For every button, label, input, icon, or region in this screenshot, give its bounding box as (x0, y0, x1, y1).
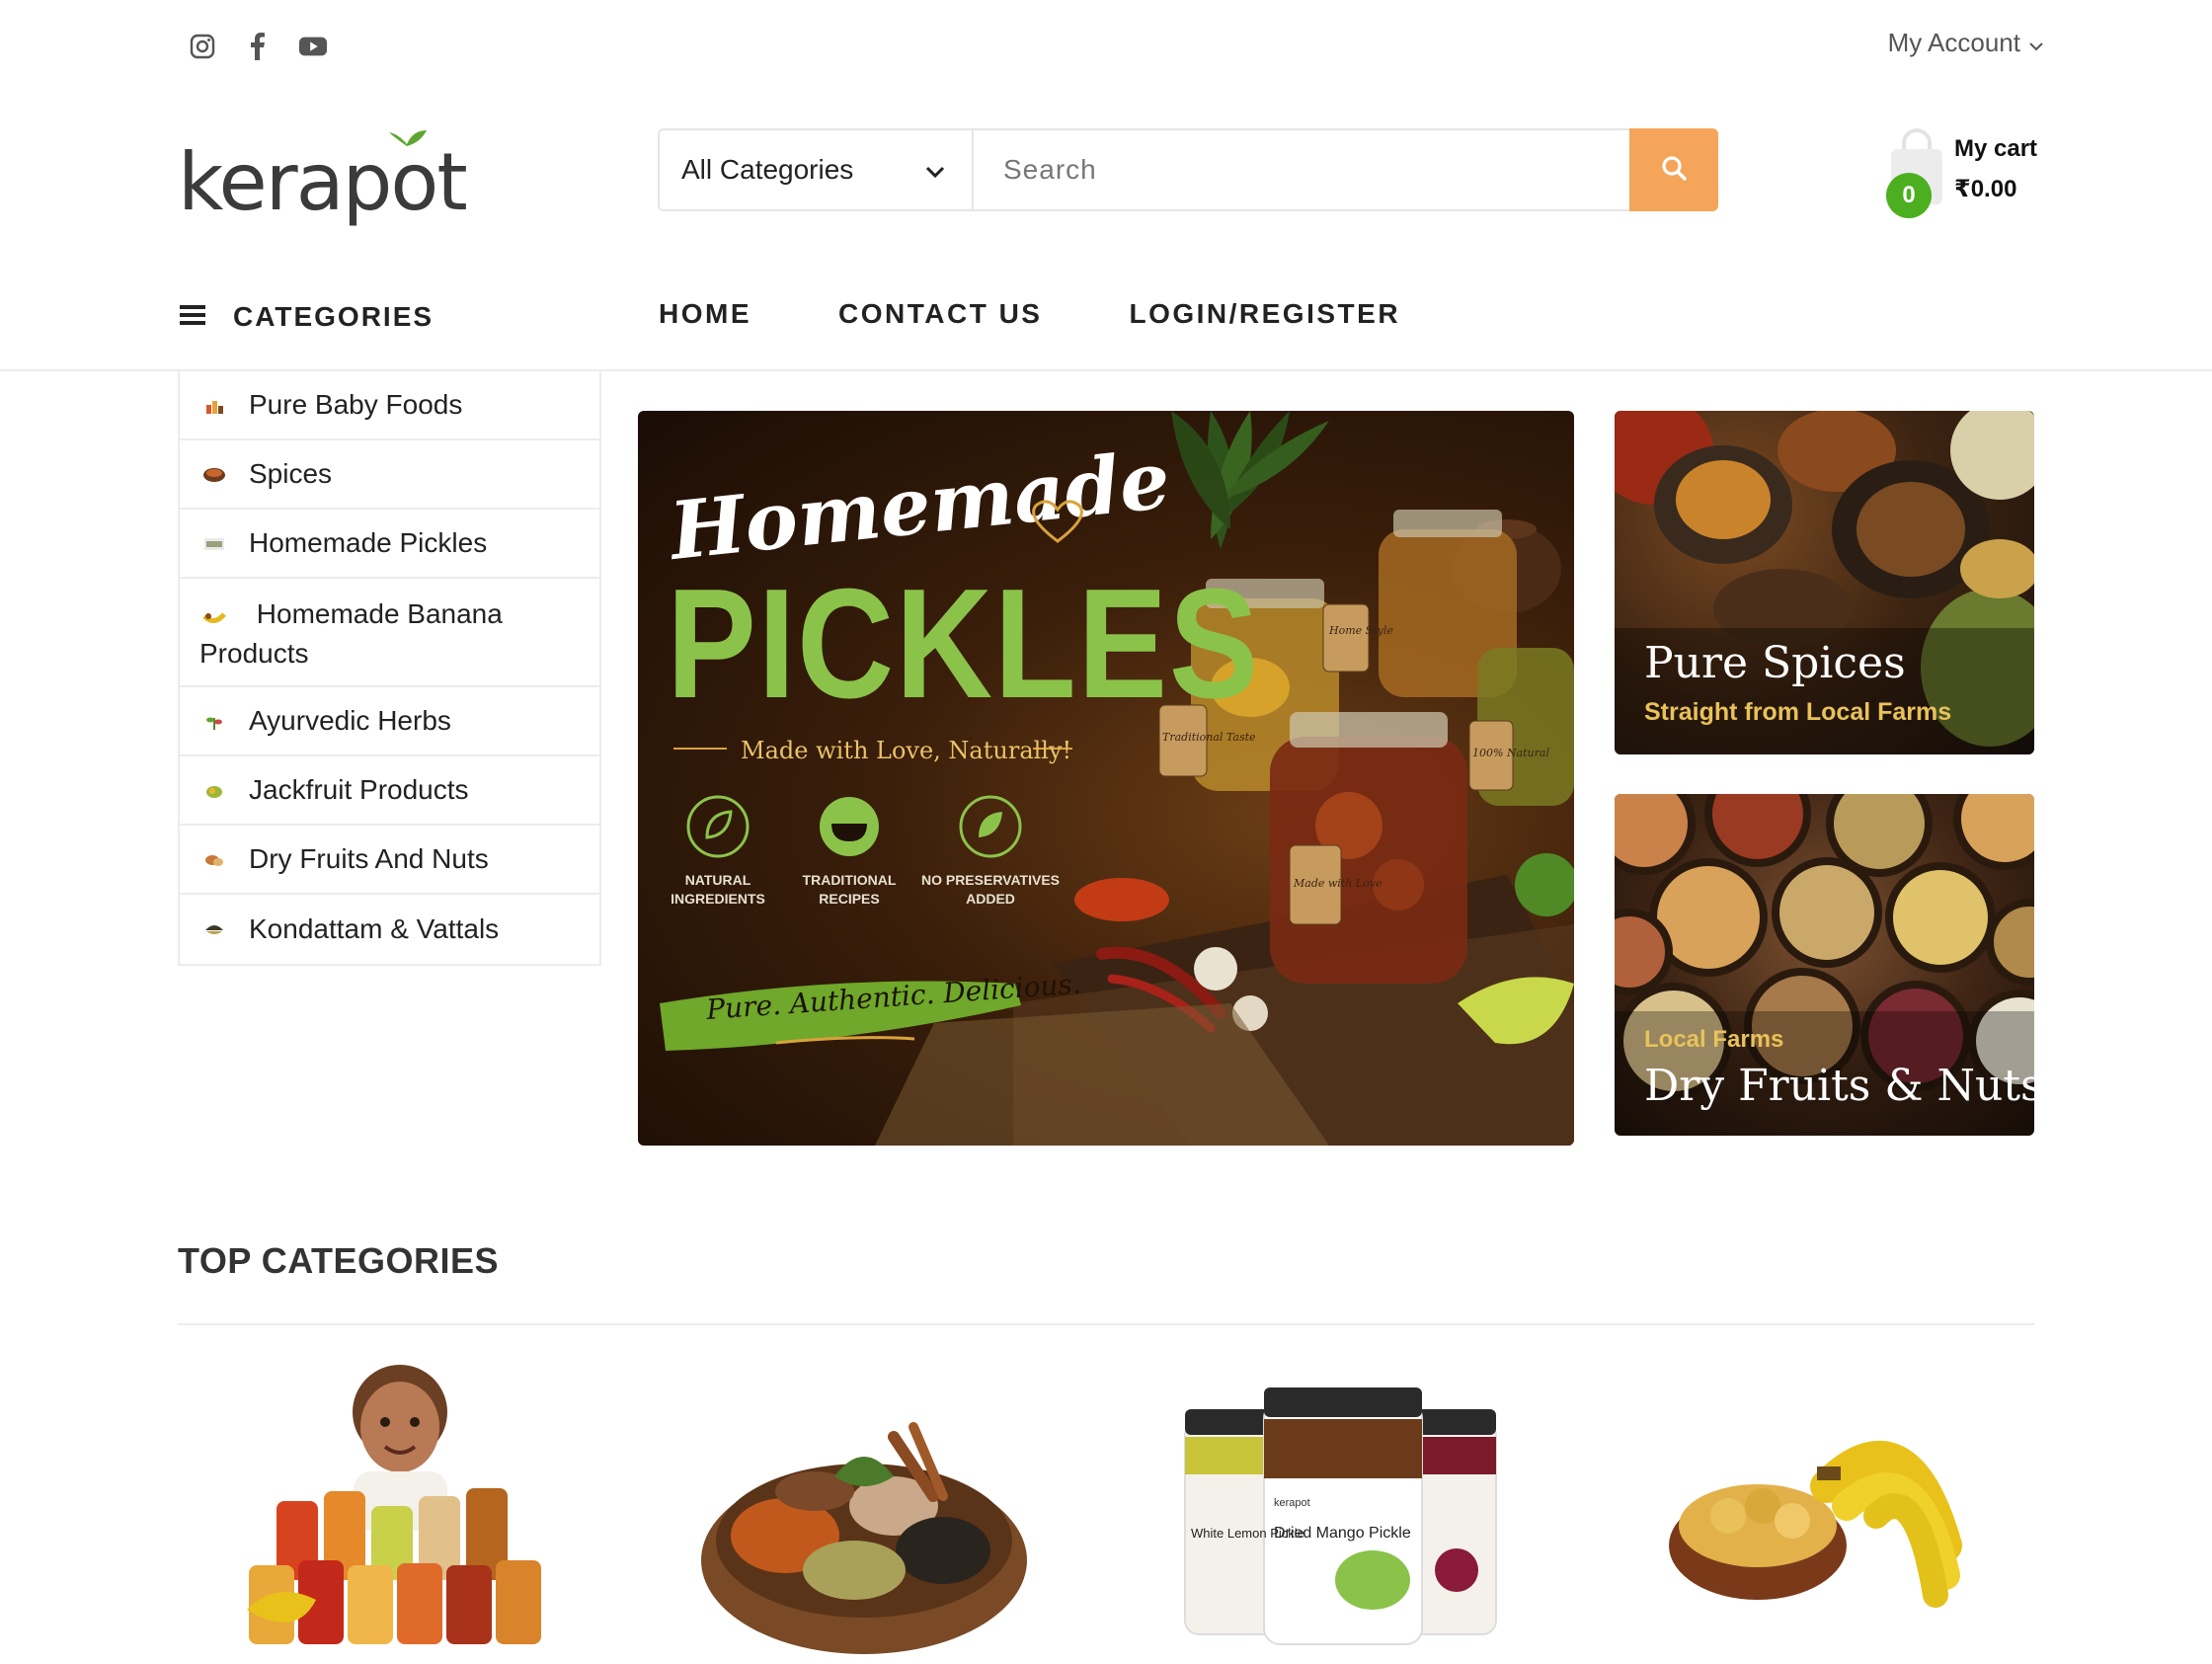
feature-line: TRADITIONAL (803, 872, 897, 888)
hero-artwork: Homemade PICKLES Made with Love, Natural… (660, 411, 1574, 1146)
spice-bowl-icon (199, 467, 229, 483)
sidebar-item-ayurvedic-herbs[interactable]: Ayurvedic Herbs (180, 687, 599, 756)
sidebar-item-pure-baby-foods[interactable]: Pure Baby Foods (180, 371, 599, 440)
baby-foods-image (247, 1365, 541, 1644)
hero-script-title: Homemade (664, 433, 1174, 578)
search-button[interactable] (1629, 128, 1718, 211)
main-nav: HOME CONTACT US LOGIN/REGISTER (659, 298, 1400, 330)
category-tile-pickles[interactable]: kerapot Dried Mango Pickle White Lemon P… (1175, 1358, 1511, 1659)
my-account-dropdown[interactable]: My Account (1888, 28, 2044, 58)
social-links (188, 30, 328, 63)
jar-brand-label: kerapot (1274, 1497, 1310, 1509)
sidebar-item-jackfruit-products[interactable]: Jackfruit Products (180, 756, 599, 826)
natural-ingredients-icon (686, 795, 750, 858)
hero-banner-homemade-pickles[interactable]: Homemade PICKLES Made with Love, Natural… (638, 411, 1574, 1146)
search-icon (1660, 154, 1688, 187)
category-tile-spices[interactable] (696, 1358, 1032, 1659)
hero-tagline: Made with Love, Naturally! (741, 737, 1071, 764)
sidebar-item-homemade-banana-products[interactable]: Homemade Banana Products (180, 579, 599, 687)
jar-tag-text: Home Style (1328, 624, 1393, 637)
cart-label: My cart (1954, 135, 2038, 162)
sidebar-item-label: Spices (249, 458, 333, 489)
promo-pretitle: Local Farms (1644, 1026, 1783, 1053)
promo-title: Dry Fruits & Nuts (1644, 1061, 2034, 1111)
banana-chips-image (1669, 1441, 1962, 1608)
sidebar-item-label: Dry Fruits And Nuts (249, 843, 489, 874)
promo-banner-pure-spices[interactable]: Pure Spices Straight from Local Farms (1615, 411, 2034, 754)
kondattam-icon (199, 922, 229, 938)
facebook-icon[interactable] (243, 30, 273, 63)
promo-banner-dry-fruits-nuts[interactable]: Local Farms Dry Fruits & Nuts (1615, 794, 2034, 1136)
hero-title: PICKLES (667, 557, 1260, 731)
category-select-value: All Categories (681, 154, 854, 185)
sidebar-item-label: Homemade Pickles (249, 527, 488, 558)
sidebar-item-label: Pure Baby Foods (249, 389, 463, 420)
jackfruit-icon (199, 782, 229, 800)
my-account-label: My Account (1887, 28, 2020, 57)
herb-icon (199, 713, 229, 731)
feature-line: RECIPES (819, 891, 879, 907)
feature-line: NATURAL (685, 872, 751, 888)
logo-text: kerapot (178, 136, 466, 227)
nuts-icon (199, 851, 229, 869)
category-tile-banana-products[interactable] (1659, 1358, 1995, 1659)
spices-bowl-image (701, 1422, 1027, 1654)
sidebar-item-label: Homemade Banana Products (199, 598, 503, 669)
sidebar-item-label: Ayurvedic Herbs (249, 705, 451, 736)
chevron-down-icon (2028, 28, 2044, 58)
sidebar-item-spices[interactable]: Spices (180, 440, 599, 510)
feature-line: INGREDIENTS (671, 891, 765, 907)
cart-count-badge: 0 (1886, 173, 1932, 218)
baby-food-icon (199, 397, 229, 415)
cart-widget[interactable]: 0 My cart ₹0.00 (1881, 123, 2049, 222)
dry-fruits-artwork: Local Farms Dry Fruits & Nuts (1615, 794, 2034, 1136)
hamburger-icon (180, 301, 205, 333)
jar-tag-text: Made with Love (1293, 877, 1382, 890)
cart-total: ₹0.00 (1954, 176, 2017, 202)
kerapot-logo[interactable]: kerapot (178, 128, 474, 228)
jar-tag-text: 100% Natural (1472, 747, 1549, 759)
nav-login-register[interactable]: LOGIN/REGISTER (1129, 298, 1400, 330)
nav-home[interactable]: HOME (659, 298, 751, 330)
sidebar-item-homemade-pickles[interactable]: Homemade Pickles (180, 510, 599, 579)
pickle-jars-image: kerapot Dried Mango Pickle White Lemon P… (1184, 1387, 1497, 1645)
promo-subtitle: Straight from Local Farms (1644, 698, 1951, 726)
sidebar-item-label: Kondattam & Vattals (249, 913, 500, 944)
categories-toggle[interactable]: CATEGORIES (180, 301, 434, 333)
category-tile-baby-foods[interactable] (237, 1358, 573, 1659)
feature-line: ADDED (966, 891, 1015, 907)
section-divider (178, 1323, 2034, 1325)
sidebar-item-kondattam-vattals[interactable]: Kondattam & Vattals (180, 895, 599, 964)
no-preservatives-icon (959, 795, 1022, 858)
top-bar: My Account (0, 0, 2212, 94)
category-select[interactable]: All Categories (660, 130, 974, 209)
banana-icon (199, 610, 229, 624)
pickle-jar-icon (199, 536, 229, 552)
categories-label: CATEGORIES (233, 301, 434, 332)
category-sidebar: Pure Baby Foods Spices Homemade Pickles … (178, 371, 601, 966)
traditional-recipes-icon (820, 797, 879, 856)
spices-artwork: Pure Spices Straight from Local Farms (1615, 411, 2034, 754)
sidebar-item-label: Jackfruit Products (249, 774, 469, 805)
sidebar-item-dry-fruits-and-nuts[interactable]: Dry Fruits And Nuts (180, 826, 599, 895)
jar-product-label: White Lemon Pickle (1191, 1526, 1304, 1541)
nav-contact-us[interactable]: CONTACT US (838, 298, 1042, 330)
chevron-down-icon (924, 154, 946, 186)
instagram-icon[interactable] (188, 30, 217, 63)
search-input[interactable] (974, 130, 1629, 209)
search-bar: All Categories (658, 128, 1718, 211)
jar-tag-text: Traditional Taste (1162, 731, 1256, 744)
promo-title: Pure Spices (1644, 638, 1906, 688)
top-categories-title: TOP CATEGORIES (178, 1240, 500, 1281)
feature-line: NO PRESERVATIVES (921, 872, 1060, 888)
youtube-icon[interactable] (298, 30, 328, 63)
